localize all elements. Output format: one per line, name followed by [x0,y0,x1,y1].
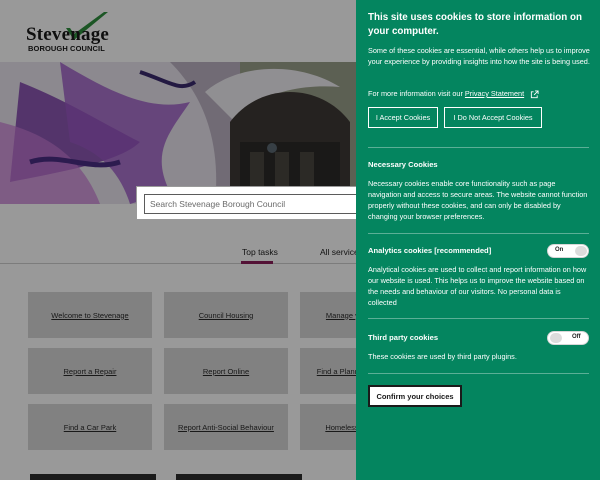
necessary-cookies-description: Necessary cookies enable core functional… [368,179,588,221]
toggle-state-label: On [555,247,564,253]
section-divider [368,147,589,148]
third-party-cookies-title: Third party cookies [368,333,439,342]
analytics-cookies-description: Analytical cookies are used to collect a… [368,265,587,307]
cookie-panel-title: This site uses cookies to store informat… [368,12,582,37]
analytics-cookies-toggle[interactable]: On [547,244,589,258]
toggle-knob [550,333,562,343]
third-party-cookies-description: These cookies are used by third party pl… [368,352,517,361]
toggle-knob [575,246,587,256]
accept-cookies-button[interactable]: I Accept Cookies [368,107,438,128]
section-divider [368,318,589,319]
cookie-panel-intro: Some of these cookies are essential, whi… [368,46,590,66]
third-party-cookies-toggle[interactable]: Off [547,331,589,345]
section-divider [368,373,589,374]
privacy-statement-link[interactable]: Privacy Statement [465,89,524,98]
cookie-consent-panel: This site uses cookies to store informat… [356,0,600,480]
section-divider [368,233,589,234]
necessary-cookies-title: Necessary Cookies [368,160,438,169]
reject-cookies-button[interactable]: I Do Not Accept Cookies [444,107,542,128]
analytics-cookies-title: Analytics cookies [recommended] [368,246,492,255]
toggle-state-label: Off [572,334,581,340]
confirm-choices-button[interactable]: Confirm your choices [368,385,462,407]
external-link-icon [531,90,539,98]
privacy-info: For more information visit our Privacy S… [368,88,590,99]
